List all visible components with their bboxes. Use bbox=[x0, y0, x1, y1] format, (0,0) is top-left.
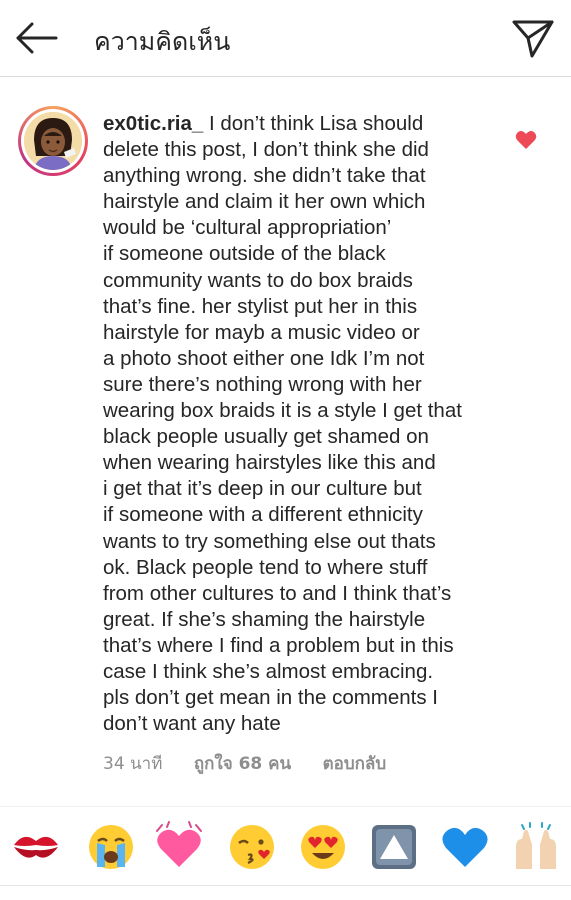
top-bar: ความคิดเห็น ‾ ‾ ‾ ‾ ‾ bbox=[0, 0, 571, 77]
blue-heart-icon bbox=[442, 827, 488, 867]
comment-line: i get that it’s deep in our culture but bbox=[103, 477, 422, 501]
up-button-emoji[interactable] bbox=[368, 821, 420, 873]
page-title: ความคิดเห็น bbox=[94, 27, 231, 56]
comment-line: hairstyle and claim it her own which bbox=[103, 190, 426, 214]
divider bbox=[0, 806, 571, 807]
comment-line: anything wrong. she didn’t take that bbox=[103, 164, 426, 188]
comment-line: if someone outside of the black bbox=[103, 242, 386, 266]
face-blowing-kiss-emoji[interactable] bbox=[226, 821, 278, 873]
kiss-mark-emoji[interactable] bbox=[10, 821, 62, 873]
blue-heart-emoji[interactable] bbox=[439, 821, 491, 873]
kiss-mark-icon bbox=[14, 836, 58, 858]
raising-hands-emoji[interactable] bbox=[510, 821, 562, 873]
comment-like-count[interactable]: ถูกใจ 68 คน bbox=[194, 754, 291, 774]
emoji-reaction-bar bbox=[0, 815, 571, 879]
avatar[interactable] bbox=[18, 106, 88, 176]
comment-line: great. If she’s shaming the hairstyle bbox=[103, 607, 426, 631]
comment-line: ex0tic.ria_ I don’t think Lisa should bbox=[103, 111, 503, 137]
loudly-crying-face-emoji[interactable] bbox=[85, 821, 137, 873]
loudly-crying-face-icon bbox=[89, 825, 133, 869]
heart-eyes-emoji[interactable] bbox=[297, 821, 349, 873]
face-blowing-kiss-icon bbox=[230, 825, 274, 869]
comment-line: would be ‘cultural appropriation’ bbox=[103, 216, 392, 240]
comment-line: black people usually get shamed on bbox=[103, 425, 429, 449]
back-button[interactable] bbox=[14, 18, 60, 58]
comment-line: a photo shoot either one Idk I’m not bbox=[103, 346, 425, 370]
comment-line: delete this post, I don’t think she did bbox=[103, 138, 429, 162]
reply-button[interactable]: ตอบกลับ bbox=[323, 754, 387, 774]
like-comment-button[interactable] bbox=[515, 130, 537, 150]
avatar-image bbox=[24, 112, 82, 170]
comment-line: don’t want any hate bbox=[103, 712, 281, 736]
send-paper-plane-icon bbox=[512, 20, 554, 58]
heart-filled-icon bbox=[515, 131, 537, 149]
comment-line: if someone with a different ethnicity bbox=[103, 503, 423, 527]
comment-line-text: I don’t think Lisa should bbox=[203, 112, 424, 135]
comment-body: ex0tic.ria_ I don’t think Lisa should de… bbox=[103, 111, 503, 737]
back-arrow-icon bbox=[16, 22, 58, 54]
comment-line: that’s fine. her stylist put her in this bbox=[103, 294, 418, 318]
comment-line: hairstyle for mayb a music video or bbox=[103, 320, 420, 344]
comment-line: ok. Black people tend to where stuff bbox=[103, 555, 428, 579]
beating-heart-icon bbox=[156, 821, 202, 867]
comment-line: pls don’t get mean in the comments I bbox=[103, 686, 439, 710]
comment-line: sure there’s nothing wrong with her bbox=[103, 372, 422, 396]
up-button-icon bbox=[372, 825, 416, 869]
comment-line: when wearing hairstyles like this and bbox=[103, 451, 436, 475]
raising-hands-icon bbox=[516, 822, 556, 869]
comment-timestamp: 34 นาที bbox=[103, 754, 163, 774]
bottom-divider bbox=[0, 885, 571, 886]
comment-line: wants to try something else out thats bbox=[103, 529, 436, 553]
beating-heart-emoji[interactable] bbox=[153, 821, 205, 873]
comment-item: ex0tic.ria_ I don’t think Lisa should de… bbox=[0, 100, 571, 800]
clipped-previous-row: ‾ ‾ ‾ ‾ ‾ bbox=[170, 66, 348, 74]
comment-line: community wants to do box braids bbox=[103, 268, 413, 292]
avatar-border bbox=[21, 109, 85, 173]
comment-line: wearing box braids it is a style I get t… bbox=[103, 399, 462, 423]
send-button[interactable] bbox=[510, 16, 556, 60]
comment-line: from other cultures to and I think that’… bbox=[103, 581, 452, 605]
comment-line: that’s where I find a problem but in thi… bbox=[103, 633, 454, 657]
comment-line: case I think she’s almost embracing. bbox=[103, 659, 434, 683]
comment-meta: 34 นาที ถูกใจ 68 คน ตอบกลับ bbox=[103, 750, 412, 777]
heart-eyes-icon bbox=[301, 825, 345, 869]
avatar-illustration bbox=[24, 112, 82, 170]
comment-username[interactable]: ex0tic.ria_ bbox=[103, 112, 203, 135]
